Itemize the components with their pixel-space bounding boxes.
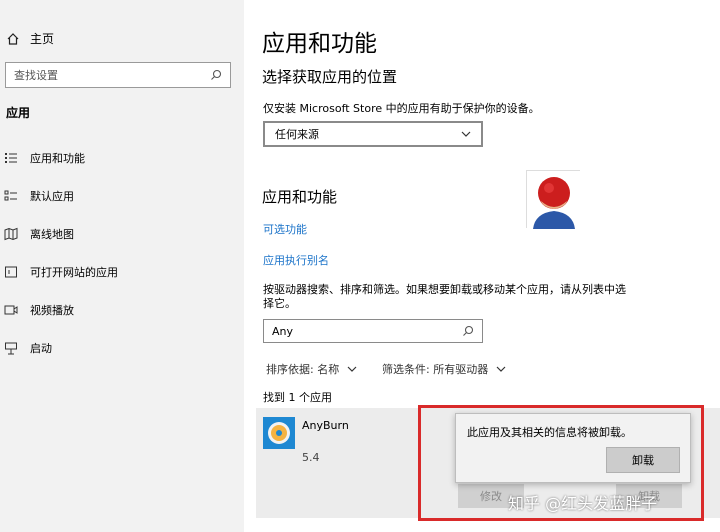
filter-label: 筛选条件: 所有驱动器 bbox=[382, 363, 489, 376]
sidebar-item-label: 启动 bbox=[30, 342, 52, 355]
sidebar-item-web-apps[interactable]: 可打开网站的应用 bbox=[4, 264, 118, 280]
filter-dropdown[interactable]: 筛选条件: 所有驱动器 bbox=[382, 361, 506, 377]
app-search-value: Any bbox=[272, 324, 294, 338]
popup-message: 此应用及其相关的信息将被卸载。 bbox=[467, 426, 632, 439]
sidebar-item-startup[interactable]: 启动 bbox=[4, 340, 52, 356]
confirm-uninstall-button[interactable]: 卸载 bbox=[606, 447, 680, 473]
app-version: 5.4 bbox=[302, 451, 320, 464]
home-link[interactable]: 主页 bbox=[6, 30, 54, 47]
choose-source-heading: 选择获取应用的位置 bbox=[262, 68, 398, 86]
chevron-down-icon bbox=[496, 366, 506, 372]
page-title: 应用和功能 bbox=[262, 31, 377, 57]
startup-icon bbox=[5, 342, 17, 355]
video-icon bbox=[4, 305, 18, 315]
search-icon bbox=[463, 325, 474, 336]
app-source-select[interactable]: 任何来源 bbox=[263, 121, 483, 147]
sidebar-item-default-apps[interactable]: 默认应用 bbox=[4, 188, 74, 204]
sort-dropdown[interactable]: 排序依据: 名称 bbox=[266, 361, 357, 377]
choose-source-description: 仅安装 Microsoft Store 中的应用有助于保护你的设备。 bbox=[263, 102, 540, 115]
sidebar-item-label: 可打开网站的应用 bbox=[30, 266, 118, 279]
sidebar-item-label: 离线地图 bbox=[30, 228, 74, 241]
sidebar-item-label: 默认应用 bbox=[30, 190, 74, 203]
settings-search-input[interactable]: 查找设置 bbox=[5, 62, 231, 88]
chevron-down-icon bbox=[347, 366, 357, 372]
web-app-icon bbox=[5, 266, 17, 278]
map-icon bbox=[4, 227, 18, 241]
app-search-input[interactable]: Any bbox=[263, 319, 483, 343]
sidebar: 主页 查找设置 应用 应用和功能 默认应用 离线地图 可打开网站的应用 视频播放… bbox=[0, 0, 244, 532]
anyburn-app-icon bbox=[263, 417, 295, 449]
app-source-value: 任何来源 bbox=[275, 128, 319, 141]
sidebar-item-video[interactable]: 视频播放 bbox=[4, 302, 74, 318]
settings-search-placeholder: 查找设置 bbox=[14, 69, 58, 82]
sidebar-item-label: 视频播放 bbox=[30, 304, 74, 317]
default-apps-icon bbox=[4, 190, 17, 201]
avatar bbox=[526, 170, 581, 229]
uninstall-confirm-popup: 此应用及其相关的信息将被卸载。 卸载 bbox=[455, 413, 691, 483]
optional-features-link[interactable]: 可选功能 bbox=[263, 221, 307, 237]
sidebar-item-offline-maps[interactable]: 离线地图 bbox=[4, 226, 74, 242]
sort-label: 排序依据: 名称 bbox=[266, 363, 340, 376]
home-icon bbox=[7, 32, 19, 45]
list-icon bbox=[5, 153, 17, 163]
avatar-image bbox=[527, 171, 581, 229]
watermark: 知乎 @红头发蓝胖子 bbox=[508, 494, 658, 513]
sidebar-item-apps-features[interactable]: 应用和功能 bbox=[4, 150, 85, 166]
sidebar-item-label: 应用和功能 bbox=[30, 152, 85, 165]
results-count: 找到 1 个应用 bbox=[263, 391, 332, 404]
app-name: AnyBurn bbox=[302, 419, 349, 432]
apps-features-heading: 应用和功能 bbox=[262, 188, 338, 206]
app-execution-alias-link[interactable]: 应用执行别名 bbox=[263, 252, 329, 268]
search-icon bbox=[211, 69, 222, 80]
section-title: 应用 bbox=[6, 106, 31, 120]
chevron-down-icon bbox=[461, 131, 471, 137]
search-description: 按驱动器搜索、排序和筛选。如果想要卸载或移动某个应用，请从列表中选择它。 bbox=[263, 283, 626, 310]
home-label: 主页 bbox=[30, 32, 55, 46]
